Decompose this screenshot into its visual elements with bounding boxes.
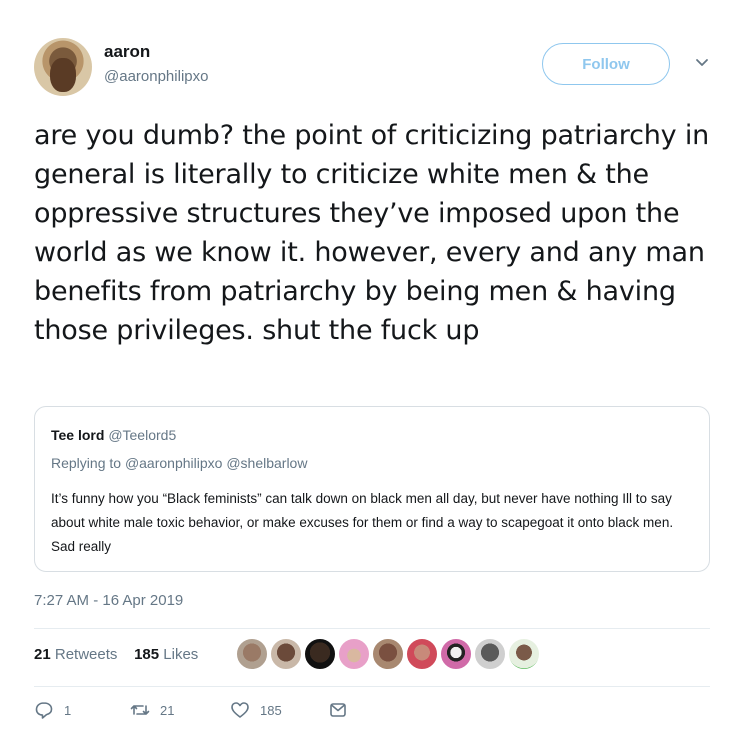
likes-count[interactable]: 185 [134, 646, 159, 663]
chevron-down-icon[interactable] [694, 54, 710, 70]
avatar[interactable] [270, 638, 302, 670]
follow-button[interactable]: Follow [542, 43, 670, 85]
tweet-header: aaron @aaronphilipxo Follow [34, 38, 714, 100]
reply-count: 1 [64, 702, 72, 718]
author-avatar[interactable] [34, 38, 92, 96]
direct-message-button[interactable] [328, 700, 358, 720]
likers-avatars [236, 638, 542, 672]
heart-icon [231, 702, 249, 718]
quoted-author-handle: @Teelord5 [108, 427, 177, 443]
like-button[interactable]: 185 [230, 700, 282, 720]
engagement-stats: 21 Retweets 185 Likes [34, 646, 198, 663]
replying-to-mentions[interactable]: @aaronphilipxo @shelbarlow [125, 455, 308, 471]
avatar[interactable] [440, 638, 472, 670]
retweet-icon [130, 705, 150, 715]
avatar[interactable] [372, 638, 404, 670]
quoted-author-name: Tee lord [51, 427, 105, 443]
likes-label[interactable]: Likes [163, 646, 198, 663]
avatar[interactable] [236, 638, 268, 670]
author-handle[interactable]: @aaronphilipxo [104, 68, 208, 85]
divider [34, 628, 710, 629]
retweets-count[interactable]: 21 [34, 646, 51, 663]
envelope-icon [330, 703, 346, 717]
quoted-replying-to: Replying to @aaronphilipxo @shelbarlow [51, 455, 307, 471]
retweet-count: 21 [160, 702, 175, 718]
tweet-text: are you dumb? the point of criticizing p… [34, 120, 710, 346]
tweet-timestamp[interactable]: 7:27 AM - 16 Apr 2019 [34, 592, 183, 609]
avatar[interactable] [304, 638, 336, 670]
retweet-button[interactable]: 21 [130, 700, 174, 720]
retweets-label[interactable]: Retweets [55, 646, 118, 663]
author-name[interactable]: aaron [104, 42, 150, 62]
avatar[interactable] [338, 638, 370, 670]
quoted-author: Tee lord @Teelord5 [51, 427, 176, 443]
tweet-actions: 1 21 185 [34, 700, 710, 726]
quoted-tweet-text: It’s funny how you “Black feminists” can… [51, 491, 674, 554]
reply-button[interactable]: 1 [34, 700, 71, 720]
avatar[interactable] [508, 638, 540, 670]
like-count: 185 [260, 702, 282, 718]
avatar[interactable] [406, 638, 438, 670]
avatar[interactable] [474, 638, 506, 670]
replying-to-label: Replying to [51, 455, 122, 471]
reply-icon [35, 702, 53, 719]
quoted-tweet[interactable]: Tee lord @Teelord5 Replying to @aaronphi… [34, 406, 710, 572]
divider [34, 686, 710, 687]
